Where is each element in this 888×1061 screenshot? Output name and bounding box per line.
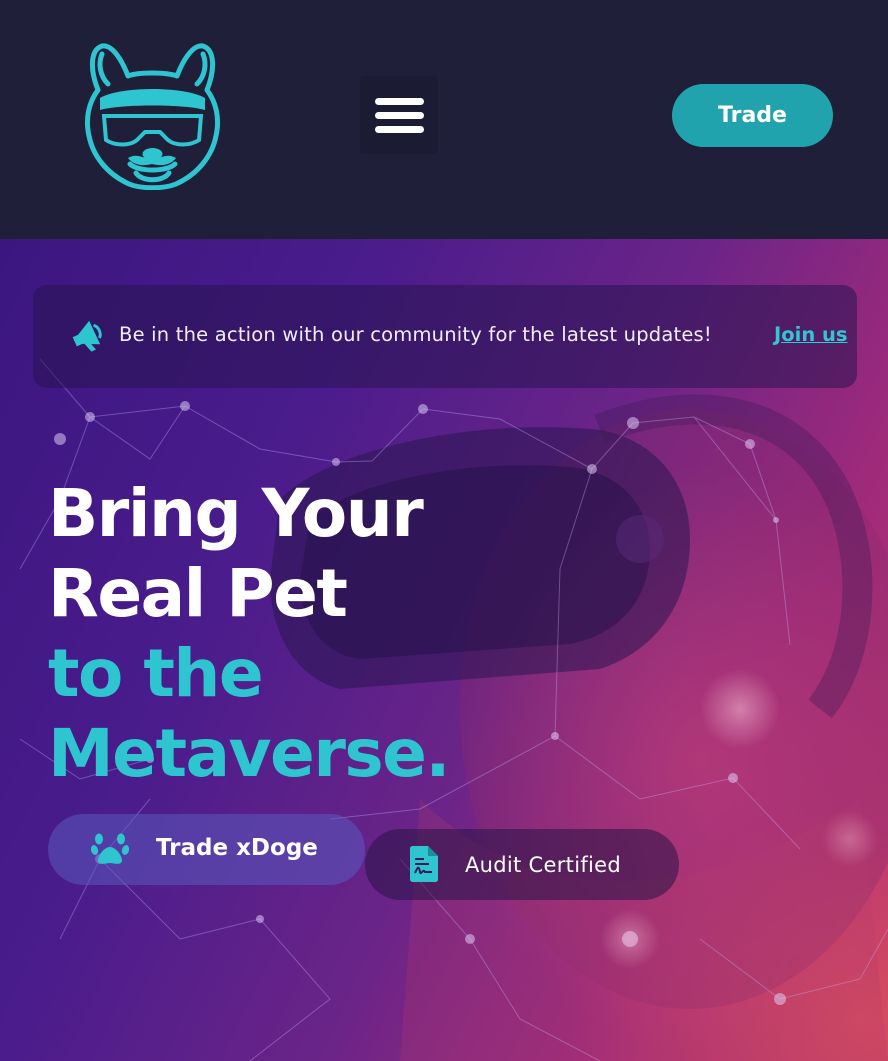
headline-line-3: to the [48, 635, 264, 712]
trade-button[interactable]: Trade [672, 84, 833, 147]
site-header: Trade [0, 0, 888, 239]
trade-xdoge-button[interactable]: Trade xDoge [48, 814, 365, 885]
certificate-document-icon [410, 846, 438, 882]
megaphone-icon [72, 320, 102, 352]
menu-bar-bottom [375, 126, 424, 133]
community-announcement-banner: Be in the action with our community for … [33, 285, 857, 388]
menu-bar-middle [375, 112, 424, 119]
audit-certified-label: Audit Certified [465, 853, 622, 877]
audit-certified-button[interactable]: Audit Certified [365, 829, 679, 900]
join-us-link[interactable]: Join us [774, 323, 848, 346]
paw-icon [91, 833, 129, 864]
banner-message: Be in the action with our community for … [119, 323, 712, 346]
bulldog-logo-icon[interactable] [80, 40, 225, 190]
headline-line-4: Metaverse. [48, 715, 450, 792]
headline-line-1: Bring Your [48, 475, 424, 552]
hero-headline: Bring Your Real Pet to the Metaverse. [48, 474, 450, 794]
hamburger-menu-button[interactable] [360, 76, 438, 154]
hero-section: Be in the action with our community for … [0, 239, 888, 1061]
headline-line-2: Real Pet [48, 555, 348, 632]
menu-bar-top [375, 98, 424, 105]
trade-xdoge-label: Trade xDoge [156, 835, 318, 861]
